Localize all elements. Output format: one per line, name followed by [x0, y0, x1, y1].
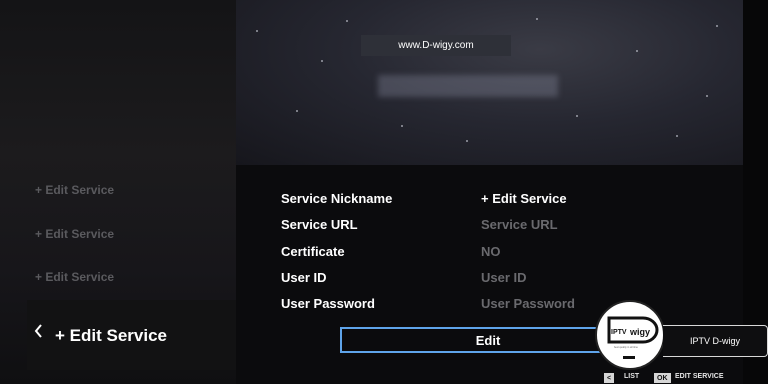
- sidebar-item-edit-service[interactable]: + Edit Service: [35, 270, 114, 284]
- sidebar-item-edit-service[interactable]: + Edit Service: [35, 183, 114, 197]
- field-label-user-password: User Password: [281, 296, 375, 311]
- sidebar-active-label: + Edit Service: [55, 326, 167, 345]
- field-label-certificate: Certificate: [281, 244, 345, 259]
- field-label-user-id: User ID: [281, 270, 327, 285]
- field-label-service-nickname: Service Nickname: [281, 191, 393, 206]
- watermark-url: www.D-wigy.com: [361, 35, 511, 56]
- svg-text:best quality in all time: best quality in all time: [614, 346, 639, 349]
- svg-text:IPTV: IPTV: [611, 329, 627, 336]
- field-value-user-id[interactable]: User ID: [481, 270, 527, 285]
- iptv-logo: IPTV wigy best quality in all time: [595, 300, 665, 370]
- hint-label-list: LIST: [624, 373, 640, 380]
- svg-text:wigy: wigy: [629, 327, 650, 337]
- field-label-service-url: Service URL: [281, 217, 358, 232]
- field-value-user-password[interactable]: User Password: [481, 296, 575, 311]
- field-value-service-url[interactable]: Service URL: [481, 217, 558, 232]
- hint-label-edit-service: EDIT SERVICE: [675, 373, 724, 380]
- sidebar-item-active[interactable]: + Edit Service: [27, 300, 256, 370]
- edit-button[interactable]: Edit: [340, 327, 636, 353]
- field-value-certificate[interactable]: NO: [481, 244, 501, 259]
- sidebar-item-edit-service[interactable]: + Edit Service: [35, 227, 114, 241]
- hint-key-ok: OK: [654, 373, 671, 383]
- chevron-left-icon[interactable]: [34, 324, 43, 338]
- tv-logo-icon: IPTV wigy best quality in all time: [607, 316, 659, 359]
- hero-blurred-region: [378, 75, 558, 97]
- hint-key-back: <: [604, 373, 615, 383]
- logo-text-badge: IPTV D-wigy: [663, 325, 768, 357]
- field-value-service-nickname[interactable]: + Edit Service: [481, 191, 567, 206]
